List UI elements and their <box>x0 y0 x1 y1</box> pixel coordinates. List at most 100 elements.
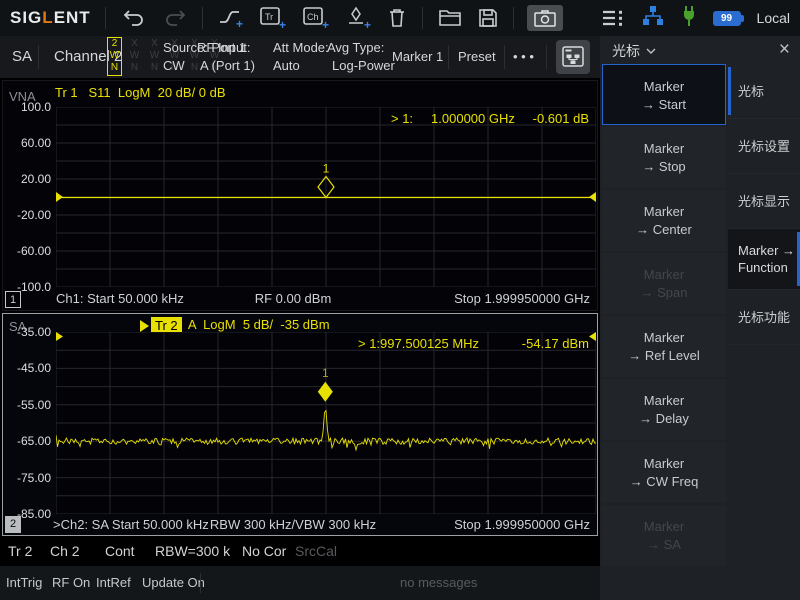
tab-marker-functions[interactable]: 光标功能 <box>728 290 800 345</box>
menu-icon <box>601 9 625 27</box>
battery-indicator: 99 <box>713 11 741 26</box>
source-value[interactable]: CW <box>163 58 185 73</box>
menu-item-marker-to-ref-level[interactable]: Marker→ Ref Level <box>602 316 726 377</box>
add-channel-button[interactable]: Ch+ <box>302 6 330 30</box>
status-ref: IntRef <box>96 575 131 590</box>
add-limit-curve-button[interactable]: + <box>218 7 244 29</box>
vna-stop-freq[interactable]: Stop 1.999950000 GHz <box>454 291 590 306</box>
sa-y-label: -75.00 <box>3 471 51 485</box>
tab-marker-function[interactable]: Marker →Function <box>728 229 800 290</box>
avg-type-value[interactable]: Log-Power <box>332 58 395 73</box>
menu-item-marker-to-delay[interactable]: Marker→ Delay <box>602 379 726 440</box>
menu-item-marker-to-center[interactable]: Marker→ Center <box>602 190 726 251</box>
panel-title-dropdown[interactable]: 光标 <box>612 41 656 61</box>
siglent-logo: SIGLENT <box>10 8 91 28</box>
sa-channel-number: 2 <box>5 516 21 533</box>
status-rf: RF On <box>52 575 90 590</box>
window-layout-button[interactable] <box>556 40 590 74</box>
sigmoid-plus-icon: + <box>218 7 244 29</box>
tab-marker-settings[interactable]: 光标设置 <box>728 119 800 174</box>
chevron-down-icon <box>646 48 656 54</box>
main-menu-button[interactable] <box>601 9 625 27</box>
avg-type-label[interactable]: Avg Type: <box>327 40 384 55</box>
vna-marker-id: > 1: <box>391 111 413 126</box>
channel-toolbar: SA Channel 2 2WN XWN XWN XWN XWN XWN Sou… <box>0 36 600 78</box>
divider <box>513 7 514 29</box>
instrument-screen: SIGLENT + Tr + Ch+ + <box>0 0 800 600</box>
sa-marker-freq: 997.500125 MHz <box>380 336 479 351</box>
svg-text:+: + <box>322 18 329 30</box>
battery-level: 99 <box>721 13 732 24</box>
vna-trace-title[interactable]: Tr 1 S11 LogM 20 dB/ 0 dB <box>55 85 226 100</box>
save-button[interactable] <box>477 7 499 29</box>
divider <box>422 7 423 29</box>
layout-icon <box>561 45 585 69</box>
divider <box>105 7 106 29</box>
app-selector-sa[interactable]: SA <box>12 48 32 65</box>
undo-button[interactable] <box>121 8 147 28</box>
svg-text:+: + <box>279 18 286 30</box>
more-button[interactable]: • • • <box>513 49 534 64</box>
channel-badge-ghost: XWN <box>127 38 142 74</box>
power-plug-icon <box>681 5 697 32</box>
panel-title: 光标 <box>612 41 640 61</box>
badge-line: W <box>108 50 121 62</box>
badge-line: N <box>108 62 121 74</box>
menu-item-marker-to-sa: Marker→ SA <box>602 505 726 566</box>
sa-y-label: -35.00 <box>3 325 51 339</box>
vna-y-label: 20.00 <box>3 172 51 186</box>
delete-button[interactable] <box>386 7 408 29</box>
svg-text:Tr: Tr <box>265 12 273 22</box>
screenshot-button[interactable] <box>527 5 563 31</box>
menu-item-marker-to-span: Marker→ Span <box>602 253 726 314</box>
status-rbw: RBW=300 k <box>155 543 230 559</box>
vna-y-label: -60.00 <box>3 244 51 258</box>
vna-rf-power[interactable]: RF 0.00 dBm <box>173 291 413 306</box>
vna-chart-window[interactable]: VNA Tr 1 S11 LogM 20 dB/ 0 dB 100.0 60.0… <box>2 80 598 311</box>
close-panel-button[interactable]: × <box>779 37 790 63</box>
logo-text-2: ENT <box>54 8 91 27</box>
open-file-button[interactable] <box>438 8 462 28</box>
sa-chart-window[interactable]: SA Tr 2 A LogM 5 dB/ -35 dBm -35.00 -45.… <box>2 313 598 536</box>
menu-item-marker-to-cw-freq[interactable]: Marker→ CW Freq <box>602 442 726 503</box>
trace-status-row: Tr 2 Ch 2 Cont RBW=300 k No Cor SrcCal <box>0 539 600 565</box>
tab-marker-display[interactable]: 光标显示 <box>728 174 800 229</box>
sa-y-label: -55.00 <box>3 398 51 412</box>
tab-marker[interactable]: 光标 <box>728 64 800 119</box>
sa-plot[interactable]: 1 <box>56 332 596 514</box>
sa-stop-freq[interactable]: Stop 1.999950000 GHz <box>454 517 590 532</box>
divider <box>448 45 449 69</box>
badge-line: 2 <box>108 38 121 50</box>
divider <box>546 45 547 69</box>
svg-text:1: 1 <box>323 162 330 176</box>
menu-item-marker-to-stop[interactable]: Marker→ Stop <box>602 127 726 188</box>
preset-button[interactable]: Preset <box>458 49 496 64</box>
camera-icon <box>533 8 557 28</box>
vna-start-freq[interactable]: Ch1: Start 50.000 kHz <box>56 291 184 306</box>
att-mode-label[interactable]: Att Mode: <box>273 40 329 55</box>
sa-trace-title[interactable]: A LogM 5 dB/ -35 dBm <box>185 317 330 332</box>
status-correction: No Cor <box>242 543 286 559</box>
att-mode-value[interactable]: Auto <box>273 58 300 73</box>
vna-marker-value: -0.601 dB <box>533 111 589 126</box>
menu-item-marker-to-start[interactable]: Marker→ Start <box>602 64 726 125</box>
rf-input-label[interactable]: RF Input: <box>197 40 250 55</box>
rf-input-value[interactable]: A (Port 1) <box>200 58 255 73</box>
channel-badge-ghost: XWN <box>147 38 162 74</box>
vna-marker-readout: > 1: 1.000000 GHz -0.601 dB <box>391 111 589 126</box>
marker-button[interactable]: Marker 1 <box>392 49 443 64</box>
top-toolbar: SIGLENT + Tr + Ch+ + <box>0 0 800 36</box>
svg-text:+: + <box>364 18 371 30</box>
add-marker-button[interactable]: + <box>345 6 371 30</box>
vna-plot[interactable]: 1 <box>56 107 596 287</box>
save-icon <box>477 7 499 29</box>
redo-button[interactable] <box>162 8 188 28</box>
svg-text:+: + <box>236 17 243 29</box>
channel-badge-active[interactable]: 2WN <box>107 37 122 76</box>
sa-rbw-vbw[interactable]: RBW 300 kHz/VBW 300 kHz <box>173 517 413 532</box>
status-sweep: Cont <box>105 543 135 559</box>
trace-plus-icon: Tr + <box>259 6 287 30</box>
vna-y-label: -20.00 <box>3 208 51 222</box>
active-trace-arrow-icon <box>140 320 149 332</box>
add-trace-button[interactable]: Tr + <box>259 6 287 30</box>
